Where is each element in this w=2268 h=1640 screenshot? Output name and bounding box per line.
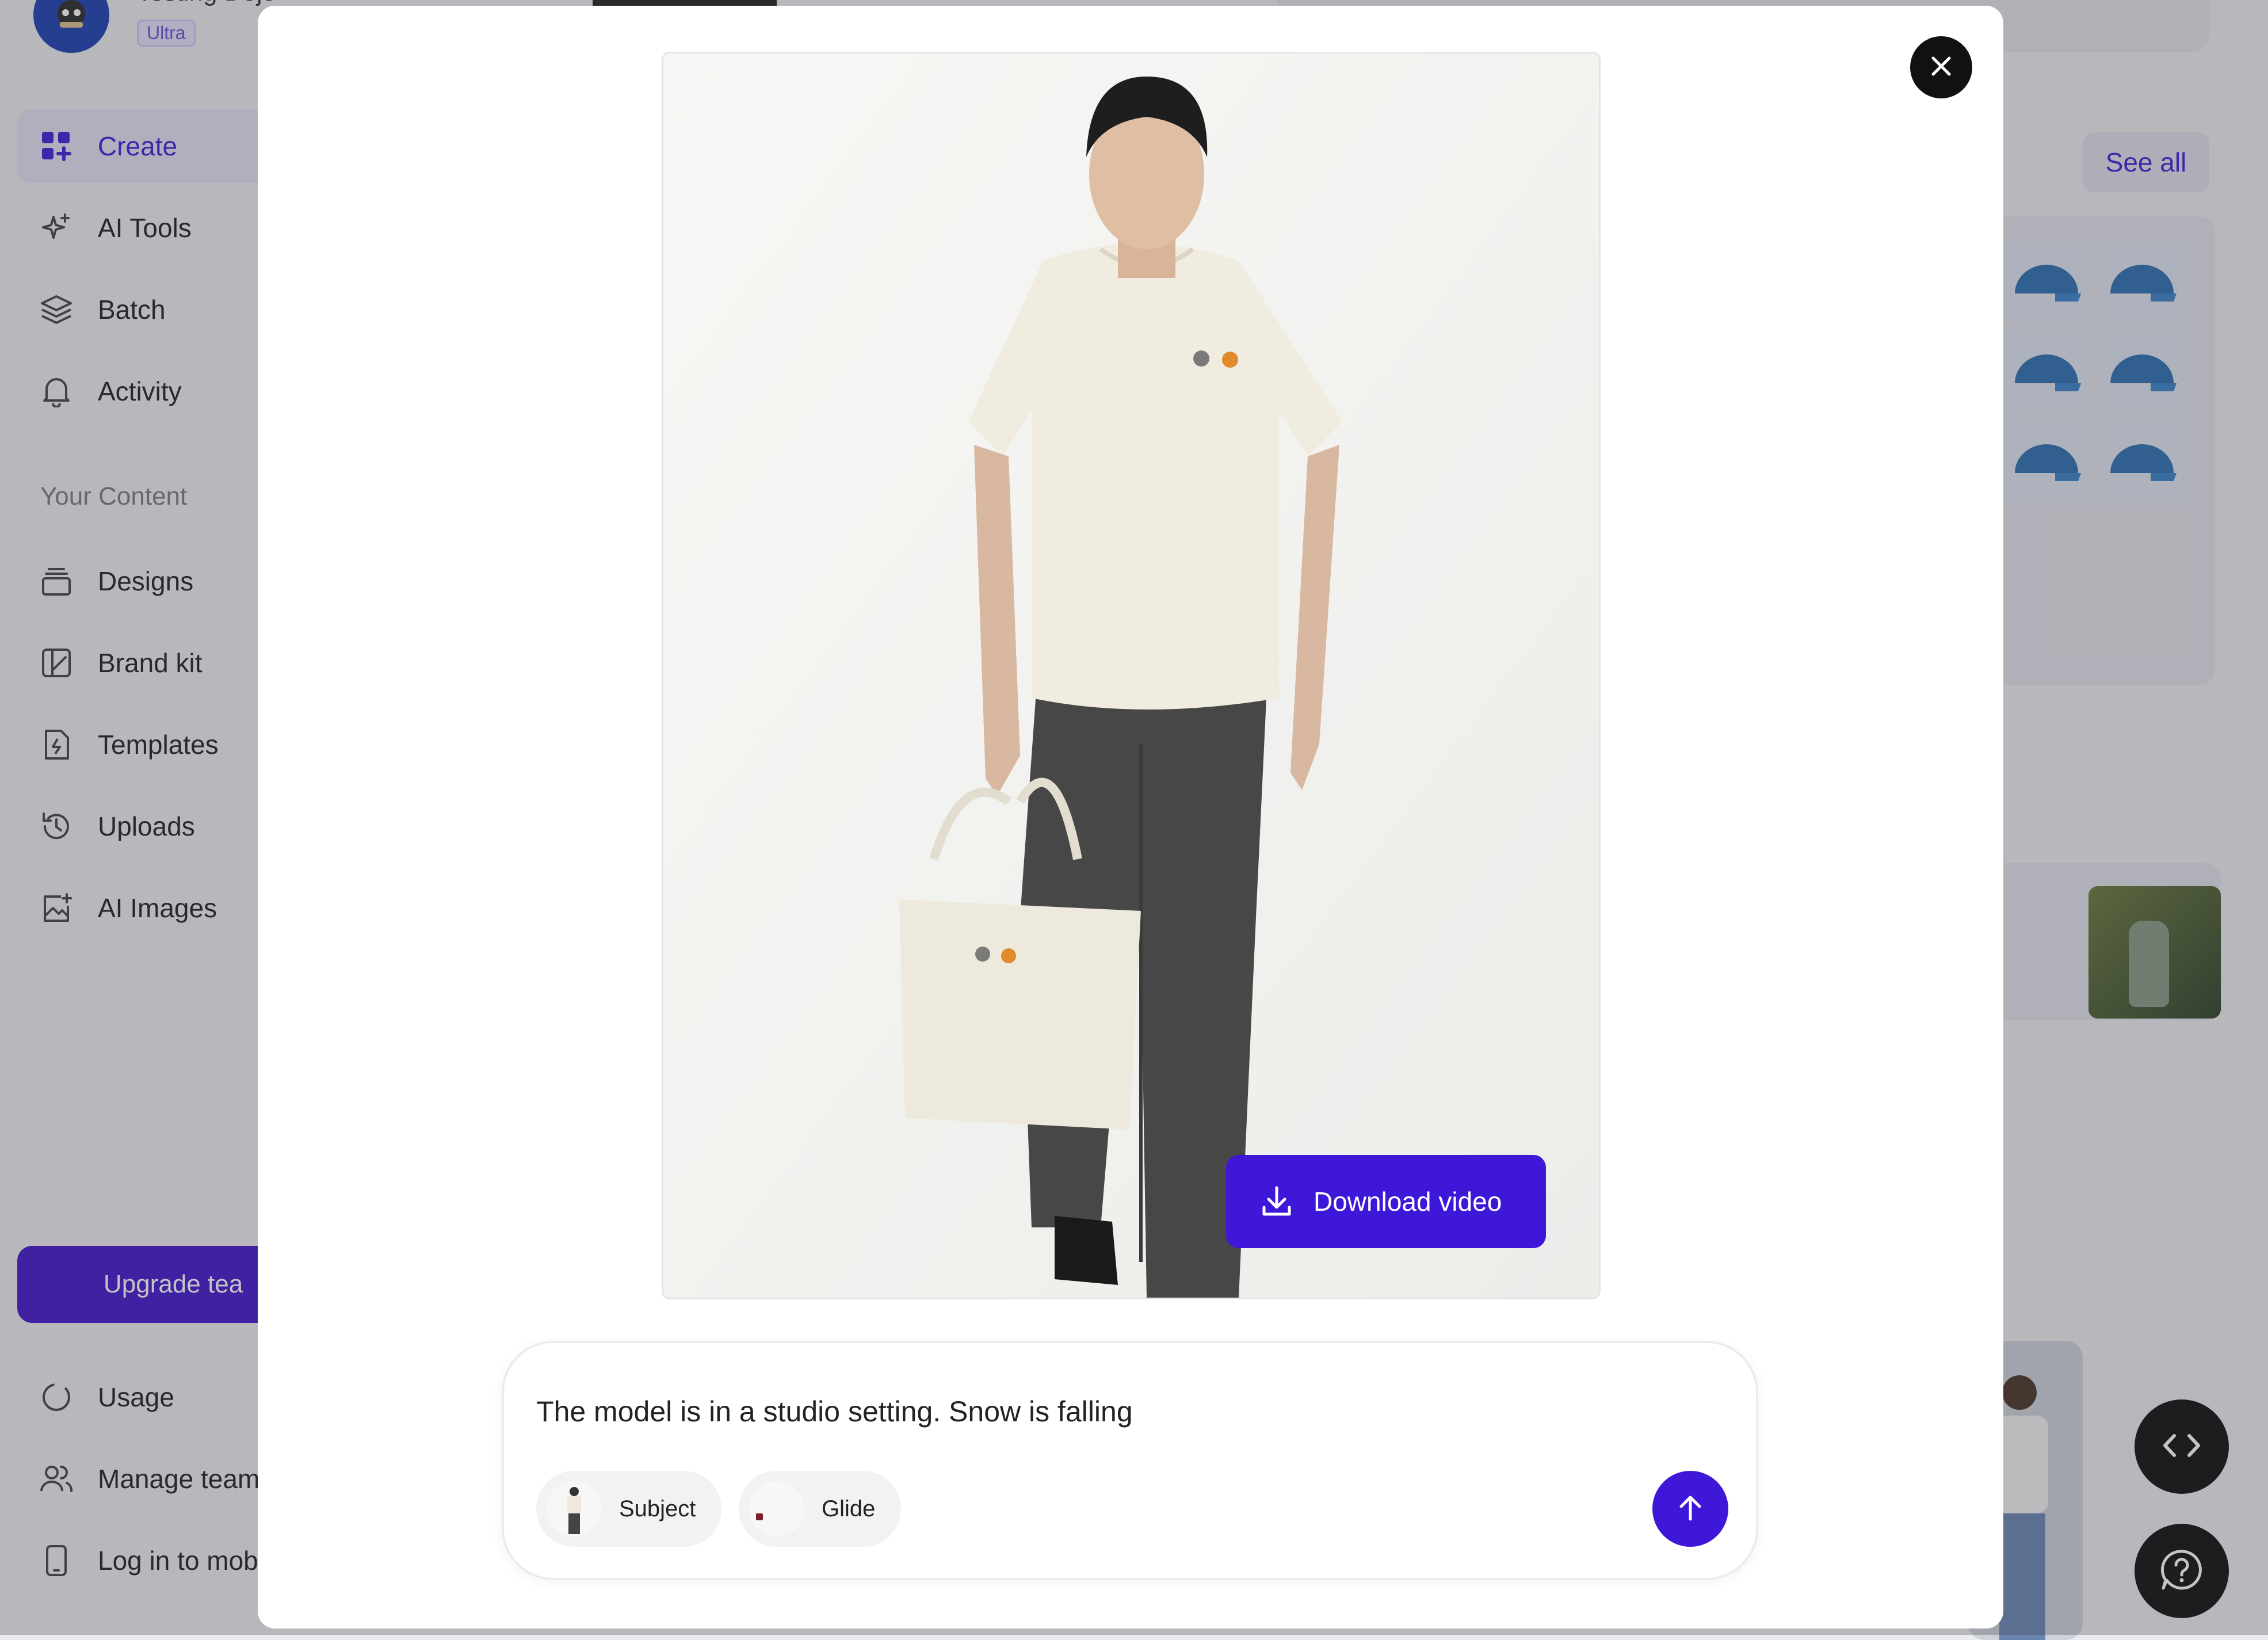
video-preview-modal: Download video The model is in a studio …: [258, 6, 2003, 1628]
close-icon: [1929, 54, 1954, 82]
model-figure-image: [663, 54, 1599, 1298]
glide-thumbnail: [749, 1481, 804, 1536]
download-icon: [1259, 1184, 1294, 1219]
download-video-button[interactable]: Download video: [1226, 1155, 1546, 1248]
chip-label: Subject: [619, 1496, 696, 1521]
close-button[interactable]: [1910, 36, 1972, 98]
send-button[interactable]: [1652, 1471, 1728, 1547]
subject-thumbnail: [547, 1481, 602, 1536]
chip-label: Glide: [822, 1496, 876, 1521]
prompt-composer: The model is in a studio setting. Snow i…: [502, 1341, 1758, 1580]
download-label: Download video: [1314, 1187, 1502, 1216]
subject-chip[interactable]: Subject: [536, 1471, 721, 1547]
arrow-up-icon: [1674, 1492, 1706, 1527]
glide-chip[interactable]: Glide: [739, 1471, 901, 1547]
prompt-input[interactable]: The model is in a studio setting. Snow i…: [536, 1395, 1133, 1428]
video-preview[interactable]: Download video: [662, 52, 1601, 1299]
